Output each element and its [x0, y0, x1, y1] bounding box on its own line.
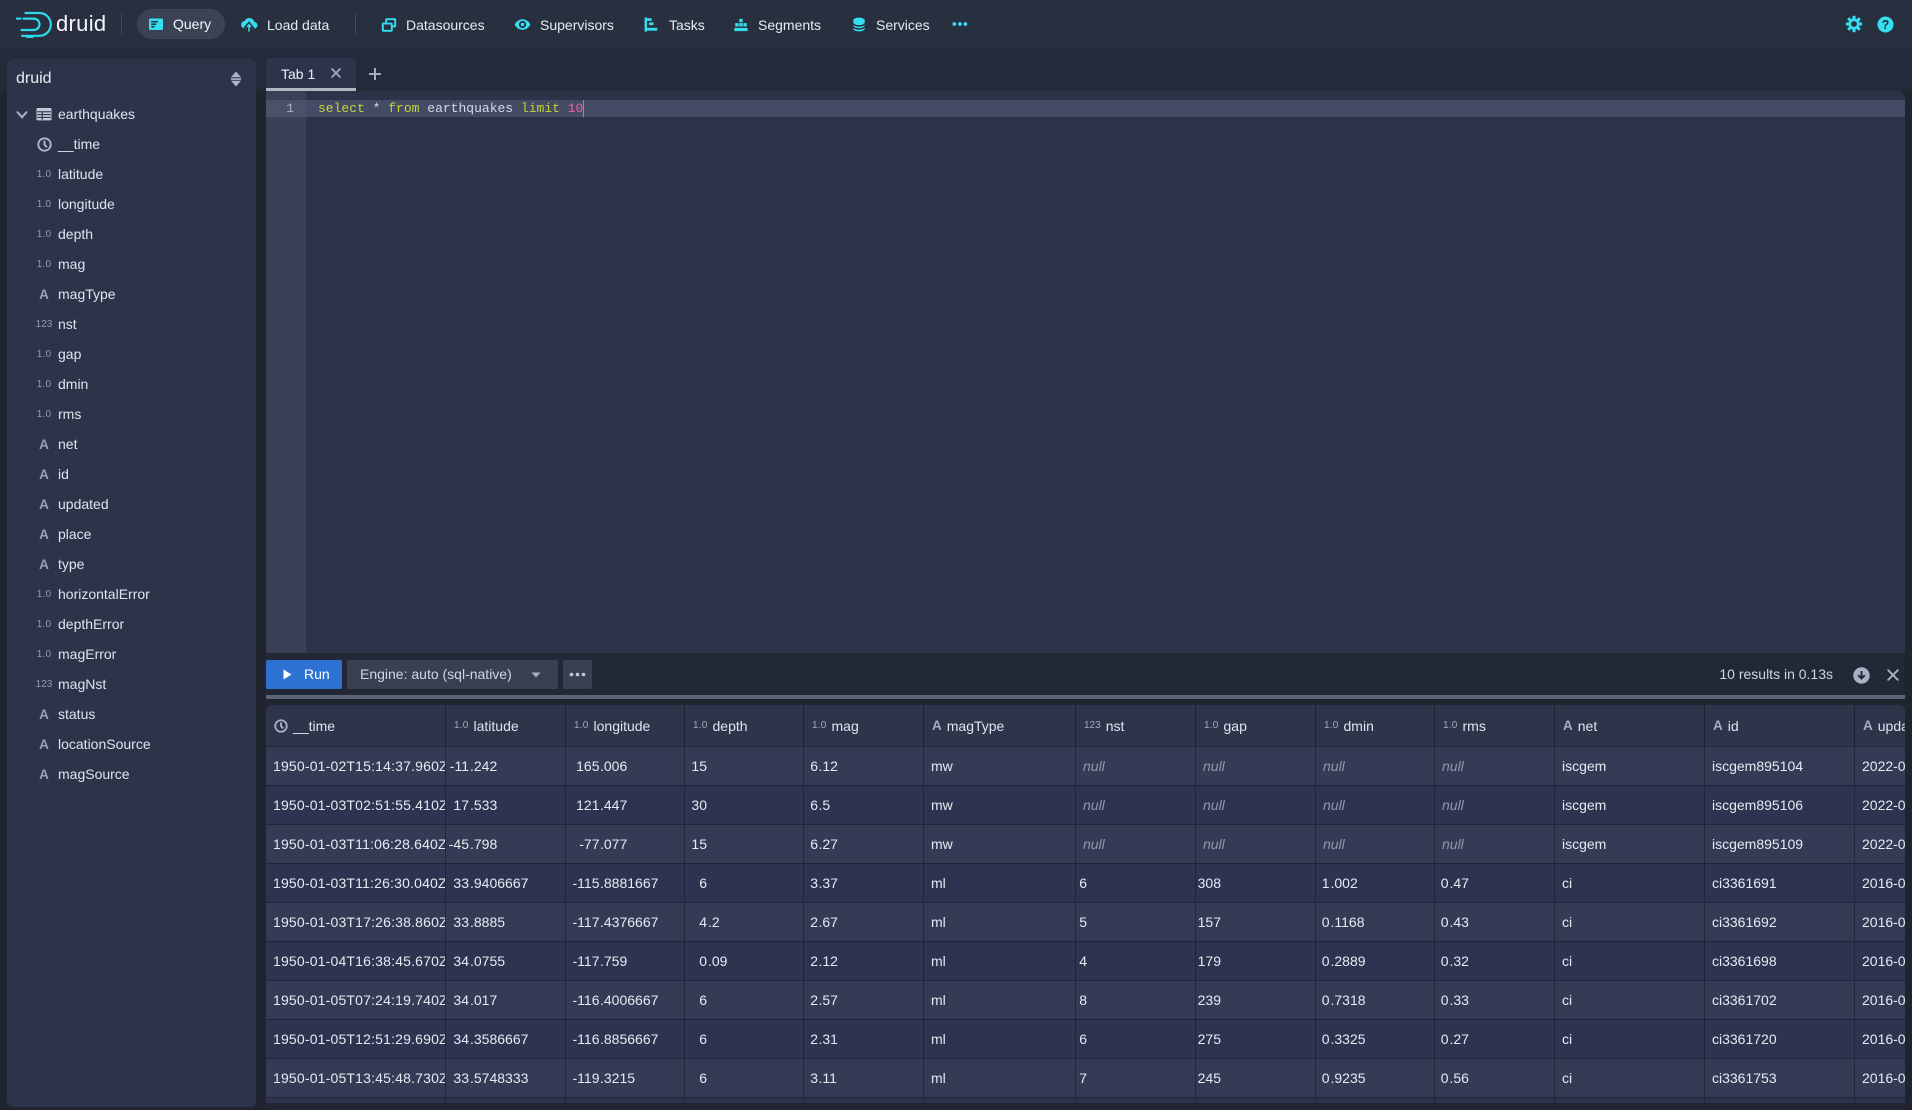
svg-text:?: ?: [1882, 18, 1890, 32]
